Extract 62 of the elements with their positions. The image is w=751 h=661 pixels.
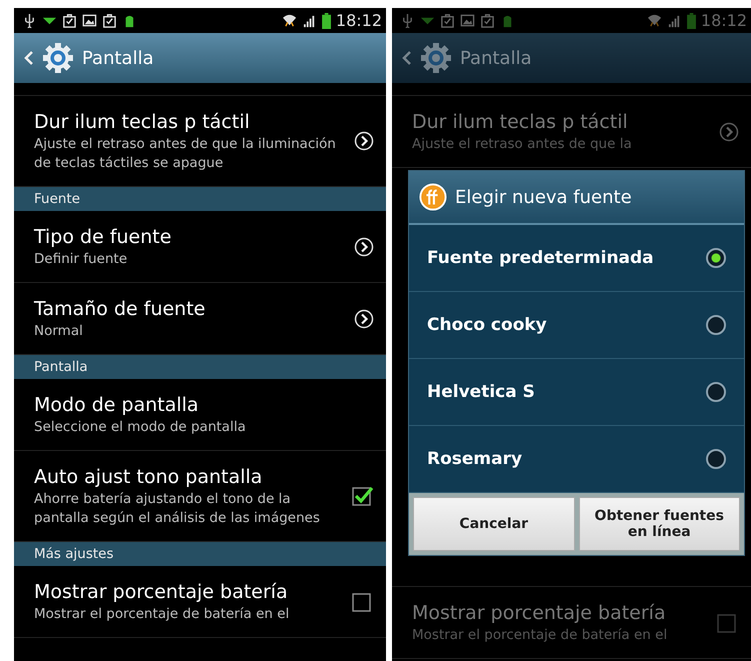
chevron-right-icon[interactable]	[354, 236, 374, 256]
clock-time: 18:12	[336, 11, 382, 30]
font-option[interactable]: Choco cooky	[409, 292, 744, 359]
battery-icon	[686, 12, 696, 28]
gear-icon	[420, 42, 452, 74]
font-option[interactable]: Helvetica S	[409, 359, 744, 426]
bag-icon	[102, 13, 117, 28]
radio-button[interactable]	[706, 449, 726, 469]
bag-icon	[480, 13, 495, 28]
setting-description: Ajuste el retraso antes de que la iluminación de teclas táctiles se apague	[34, 135, 337, 173]
chevron-right-icon[interactable]	[354, 131, 374, 151]
radio-button[interactable]	[706, 382, 726, 402]
wifi-icon	[282, 13, 297, 28]
screen-title: Pantalla	[82, 48, 154, 68]
font-name: Choco cooky	[427, 315, 547, 335]
bag-icon	[62, 13, 77, 28]
setting-description: Mostrar el porcentaje de batería en el	[34, 605, 290, 624]
dialog-button[interactable]: Cancelar	[413, 497, 574, 551]
setting-title[interactable]: Tamaño de fuente	[34, 296, 346, 322]
screen-title: Pantalla	[460, 48, 532, 68]
signal-icon	[666, 13, 682, 28]
image-icon	[460, 13, 475, 28]
setting-description: Mostrar el porcentaje de batería en el	[412, 626, 668, 645]
dialog-title: Elegir nueva fuente	[455, 186, 632, 208]
usb-icon	[22, 13, 37, 28]
setting-title[interactable]: Dur ilum teclas p táctil	[412, 109, 711, 135]
setting-description: Definir fuente	[34, 250, 128, 269]
checkbox[interactable]	[352, 590, 374, 612]
section-header: Fuente	[14, 187, 386, 211]
section-header: Pantalla	[14, 355, 386, 379]
back-icon[interactable]	[24, 50, 34, 66]
font-name: Rosemary	[427, 449, 522, 469]
signal-icon	[302, 13, 317, 28]
chevron-right-icon[interactable]	[354, 308, 374, 328]
section-header: Más ajustes	[14, 542, 386, 566]
setting-title[interactable]: Mostrar porcentaje batería	[412, 600, 709, 626]
clock-time: 18:12	[700, 11, 747, 30]
checkbox[interactable]	[717, 612, 739, 634]
font-name: Fuente predeterminada	[427, 248, 654, 268]
image-icon	[82, 13, 97, 28]
usb-icon	[400, 13, 415, 28]
setting-title[interactable]: Tipo de fuente	[34, 224, 346, 250]
battery-icon	[322, 12, 331, 28]
setting-description: Ajuste el retraso antes de que la	[412, 135, 633, 154]
app-logo-icon	[419, 183, 447, 211]
setting-title[interactable]: Dur ilum teclas p táctil	[34, 109, 346, 135]
back-icon[interactable]	[402, 50, 412, 66]
font-name: Helvetica S	[427, 382, 535, 402]
setting-description: Normal	[34, 322, 84, 341]
setting-title[interactable]: Modo de pantalla	[34, 392, 374, 418]
setting-title[interactable]: Auto ajust tono pantalla	[34, 464, 344, 490]
setting-title[interactable]: Mostrar porcentaje batería	[34, 579, 344, 605]
setting-description: Ahorre batería ajustando el tono de la pantalla según el análisis de las imágenes	[34, 490, 321, 528]
bag-icon	[440, 13, 455, 28]
gear-icon	[42, 42, 74, 74]
radio-button[interactable]	[706, 248, 726, 268]
checkbox[interactable]	[352, 485, 374, 507]
font-option[interactable]: Fuente predeterminada	[409, 225, 744, 292]
setting-description: Seleccione el modo de pantalla	[34, 418, 247, 437]
wifi-icon	[646, 13, 662, 28]
radio-button[interactable]	[706, 315, 726, 335]
dialog-button[interactable]: Obtener fuentes en línea	[578, 497, 740, 551]
